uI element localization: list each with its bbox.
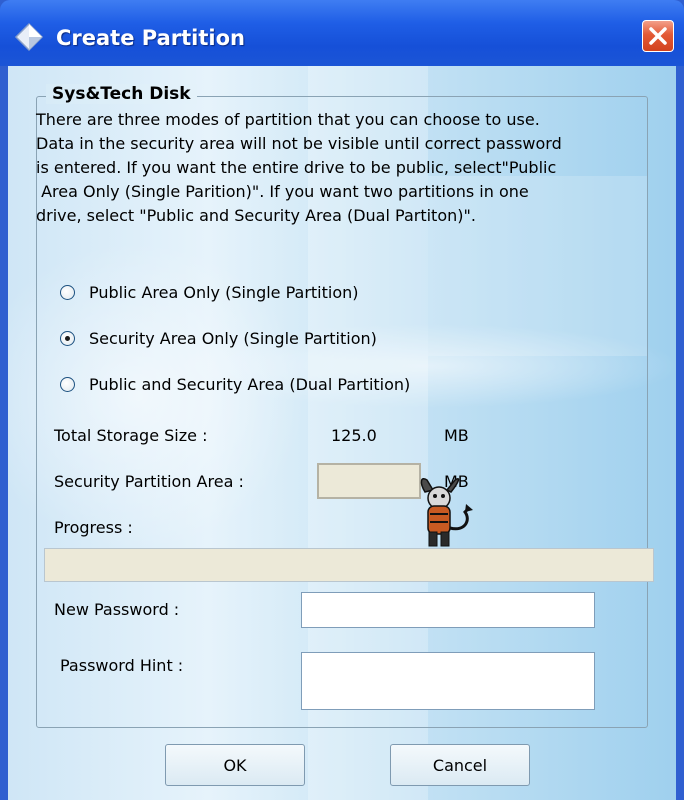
security-size-input[interactable] [317,463,421,499]
password-hint-input[interactable] [301,652,595,710]
close-icon [649,27,667,45]
description-line: drive, select "Public and Security Area … [36,206,476,225]
create-partition-window: Create Partition Sys&Tech Disk There are… [0,0,684,800]
new-password-input[interactable] [301,592,595,628]
mascot-icon [420,478,473,547]
total-storage-label: Total Storage Size : [54,426,208,445]
description-line: There are three modes of partition that … [36,110,540,129]
description-line: Area Only (Single Parition)". If you wan… [36,182,529,201]
radio-button[interactable] [60,376,75,392]
cancel-button[interactable]: Cancel [390,744,530,786]
radio-public-only[interactable]: Public Area Only (Single Partition) [60,280,359,304]
group-title: Sys&Tech Disk [46,84,197,104]
radio-label: Public Area Only (Single Partition) [89,282,359,302]
close-button[interactable] [642,20,674,52]
total-storage-value: 125.0 [331,426,377,445]
window-title: Create Partition [56,26,245,50]
progress-label: Progress : [54,518,133,537]
radio-label: Security Area Only (Single Partition) [89,328,377,348]
password-hint-label: Password Hint : [60,656,184,675]
radio-button[interactable] [60,284,75,300]
description-line: Data in the security area will not be vi… [36,134,562,153]
security-partition-label: Security Partition Area : [54,472,244,491]
description-line: is entered. If you want the entire drive… [36,158,557,177]
progress-bar [44,548,654,582]
radio-security-only[interactable]: Security Area Only (Single Partition) [60,326,377,350]
title-bar[interactable]: Create Partition [0,0,684,66]
diamond-icon [14,22,44,52]
new-password-label: New Password : [54,600,180,619]
radio-label: Public and Security Area (Dual Partition… [89,374,411,394]
ok-button[interactable]: OK [165,744,305,786]
description-text: There are three modes of partition that … [36,108,656,228]
dialog-body: Sys&Tech Disk There are three modes of p… [8,66,676,800]
radio-public-and-security[interactable]: Public and Security Area (Dual Partition… [60,372,410,396]
radio-button-selected[interactable] [60,330,75,346]
total-storage-unit: MB [444,426,469,445]
